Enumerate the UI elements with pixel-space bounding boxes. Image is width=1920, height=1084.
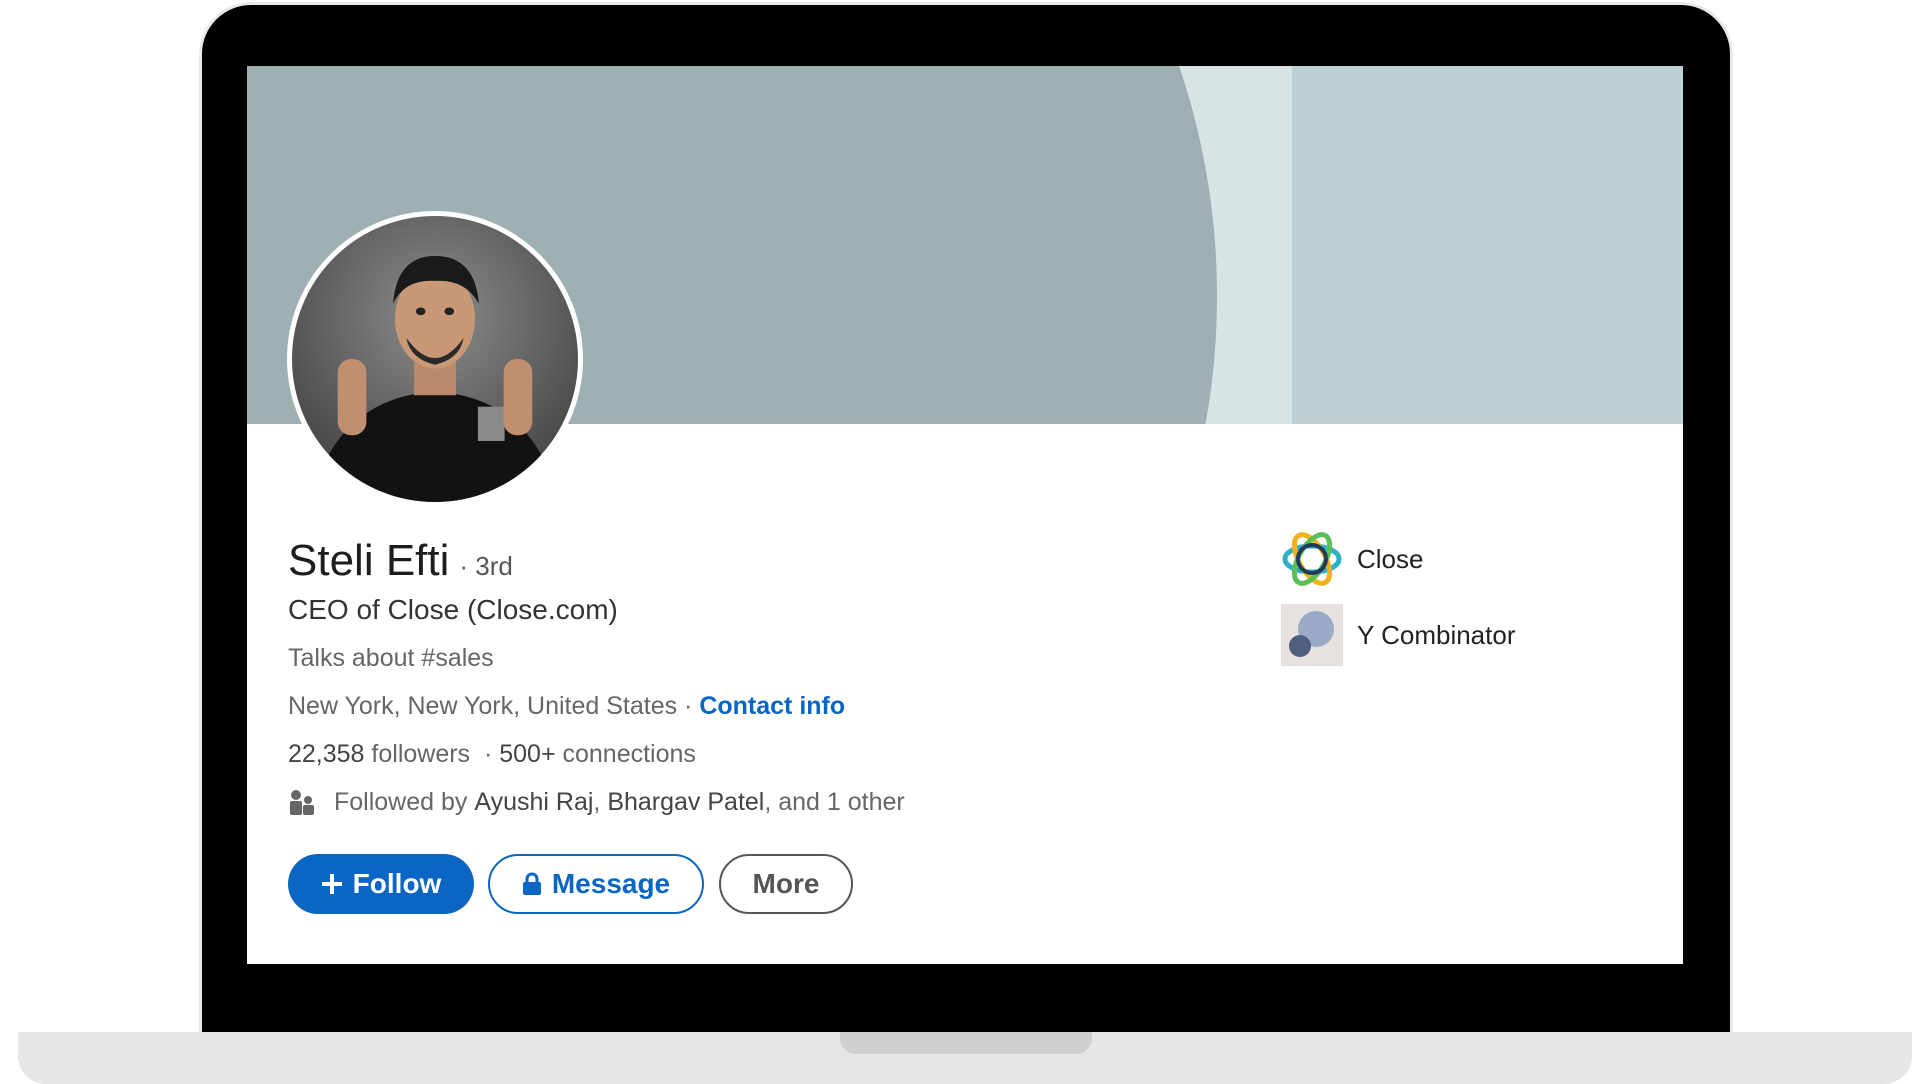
laptop-notch [840,1032,1092,1054]
connections-label[interactable]: connections [556,740,695,768]
profile-name: Steli Efti [288,536,450,585]
connections-count[interactable]: 500+ [499,740,555,768]
company-close-name: Close [1357,543,1424,574]
followed-person-1[interactable]: Ayushi Raj [474,788,593,817]
message-label: Message [551,868,671,899]
profile-headline: CEO of Close (Close.com) [288,594,618,625]
connection-degree: · 3rd [459,551,513,581]
follow-label: Follow [352,868,442,899]
message-button[interactable]: Message [488,854,704,914]
company-close[interactable]: Close [1281,528,1423,590]
company-yc-name: Y Combinator [1357,619,1516,650]
followers-count: 22,358 [288,740,365,768]
plus-icon [321,874,342,894]
followed-person-2[interactable]: Bhargav Patel [607,788,764,817]
followed-comma: , [593,788,608,816]
close-logo-icon [1282,532,1342,586]
name-row: Steli Efti · 3rd [288,536,513,586]
followed-prefix: Followed by [334,788,475,816]
profile-screen: Steli Efti · 3rd CEO of Close (Close.com… [247,66,1683,964]
location-separator: · [677,692,700,720]
followed-suffix: , and 1 other [764,788,905,816]
more-button[interactable]: More [719,854,853,914]
lock-icon [522,872,541,895]
mutual-followers-row[interactable]: Followed by Ayushi Raj, Bhargav Patel, a… [288,788,905,817]
person-photo-icon [315,256,555,502]
talks-about: Talks about #sales [288,644,494,672]
followers-label: followers [364,740,471,768]
contact-info-link[interactable]: Contact info [699,692,845,720]
stats-separator: · [470,740,500,768]
stats-row: 22,358 followers · 500+ connections [288,740,696,769]
follow-button[interactable]: Follow [288,854,474,914]
people-icon [290,789,314,815]
location-text: New York, New York, United States [288,692,678,720]
location-row: New York, New York, United States · Cont… [288,692,845,721]
y-combinator-logo-icon [1281,604,1343,666]
avatar[interactable] [287,211,583,507]
more-label: More [752,868,820,899]
company-y-combinator[interactable]: Y Combinator [1281,604,1516,666]
